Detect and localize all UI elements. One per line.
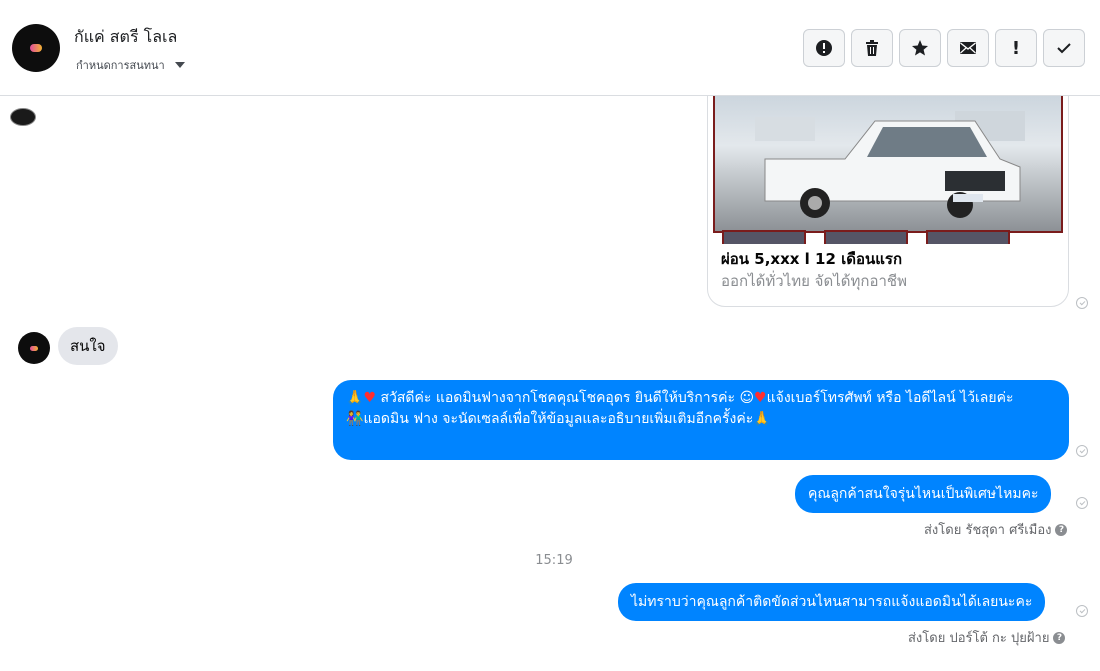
heart-emoji-icon: ♥ [754, 390, 767, 406]
image-thumbnails [722, 230, 1022, 244]
header-actions: ! [803, 29, 1085, 67]
follow-up-button[interactable]: ! [995, 29, 1037, 67]
help-icon[interactable]: ? [1055, 523, 1068, 536]
sender-avatar-small [10, 108, 36, 126]
pray-emoji-icon: 🙏 [753, 411, 771, 427]
message-text: แอดมิน ฟาง จะนัดเซลล์เพื่อให้ข้อมูลและอธ… [363, 411, 754, 427]
pray-emoji-icon: 🙏 [346, 390, 364, 406]
conversation-header: กัแค่ สตรี โลเล กำหนดการสนทนา ! [0, 0, 1100, 96]
avatar-logo [30, 345, 38, 351]
exclamation-circle-icon [816, 40, 832, 56]
envelope-icon [960, 42, 976, 54]
thumbnail[interactable] [824, 230, 908, 244]
avatar-logo [30, 44, 42, 52]
smile-hearts-emoji-icon: ☺ [739, 390, 755, 406]
trash-icon [866, 40, 878, 56]
contact-avatar[interactable] [12, 24, 60, 72]
assign-conversation-dropdown[interactable]: กำหนดการสนทนา [76, 56, 185, 74]
people-emoji-icon: 👫 [346, 411, 364, 427]
thumbnail[interactable] [722, 230, 806, 244]
pickup-truck-image[interactable] [713, 96, 1063, 233]
message-timestamp: 15:19 [535, 553, 573, 568]
exclamation-icon: ! [1011, 37, 1021, 59]
message-text: สวัสดีค่ะ แอดมินฟางจากโชคคุณโชคอุดร ยินด… [380, 390, 735, 406]
assign-label: กำหนดการสนทนา [76, 59, 165, 72]
heart-emoji-icon: ♥ [363, 390, 376, 406]
star-icon [912, 40, 928, 56]
star-button[interactable] [899, 29, 941, 67]
incoming-message[interactable]: สนใจ [58, 327, 118, 365]
sent-by-label: ส่งโดย รัชสุดา ศรีเมือง ? [924, 519, 1068, 540]
sent-by-text: ส่งโดย รัชสุดา ศรีเมือง [924, 523, 1052, 538]
customer-avatar[interactable] [18, 332, 50, 364]
message-line: 🙏♥ สวัสดีค่ะ แอดมินฟางจากโชคคุณโชคอุดร ย… [346, 388, 1056, 409]
message-text: แจ้งเบอร์โทรศัพท์ หรือ ไอดีไลน์ ไว้เลยค่… [766, 390, 1014, 406]
thumbnail[interactable] [926, 230, 1010, 244]
seen-icon [1076, 445, 1088, 457]
mark-unread-button[interactable] [947, 29, 989, 67]
card-title: ผ่อน 5,xxx l 12 เดือนแรก [721, 250, 903, 268]
caret-down-icon [174, 62, 185, 68]
check-icon [1057, 43, 1071, 54]
contact-name[interactable]: กัแค่ สตรี โลเล [74, 25, 177, 50]
seen-icon [1076, 605, 1088, 617]
help-icon[interactable]: ? [1053, 631, 1066, 644]
sent-by-text: ส่งโดย ปอร์โต้ กะ ปุยฝ้าย [908, 631, 1050, 646]
card-subtitle: ออกได้ทั่วไทย จัดได้ทุกอาชีพ [721, 272, 907, 290]
product-card-message[interactable]: ผ่อน 5,xxx l 12 เดือนแรก ออกได้ทั่วไทย จ… [707, 96, 1069, 307]
outgoing-message[interactable]: 🙏♥ สวัสดีค่ะ แอดมินฟางจากโชคคุณโชคอุดร ย… [333, 380, 1069, 460]
mark-done-button[interactable] [1043, 29, 1085, 67]
message-thread[interactable]: ผ่อน 5,xxx l 12 เดือนแรก ออกได้ทั่วไทย จ… [0, 96, 1100, 671]
delete-button[interactable] [851, 29, 893, 67]
seen-icon [1076, 497, 1088, 509]
mark-spam-button[interactable] [803, 29, 845, 67]
outgoing-message[interactable]: คุณลูกค้าสนใจรุ่นไหนเป็นพิเศษไหมคะ [795, 475, 1052, 513]
truck-illustration [755, 111, 1025, 218]
outgoing-message[interactable]: ไม่ทราบว่าคุณลูกค้าติดขัดส่วนไหนสามารถแจ… [618, 583, 1046, 621]
message-line: 👫แอดมิน ฟาง จะนัดเซลล์เพื่อให้ข้อมูลและอ… [346, 409, 1056, 430]
messenger-app: กัแค่ สตรี โลเล กำหนดการสนทนา ! ผ่อน 5,x… [0, 0, 1100, 671]
sent-by-label: ส่งโดย ปอร์โต้ กะ ปุยฝ้าย ? [908, 627, 1066, 648]
seen-icon [1076, 297, 1088, 309]
